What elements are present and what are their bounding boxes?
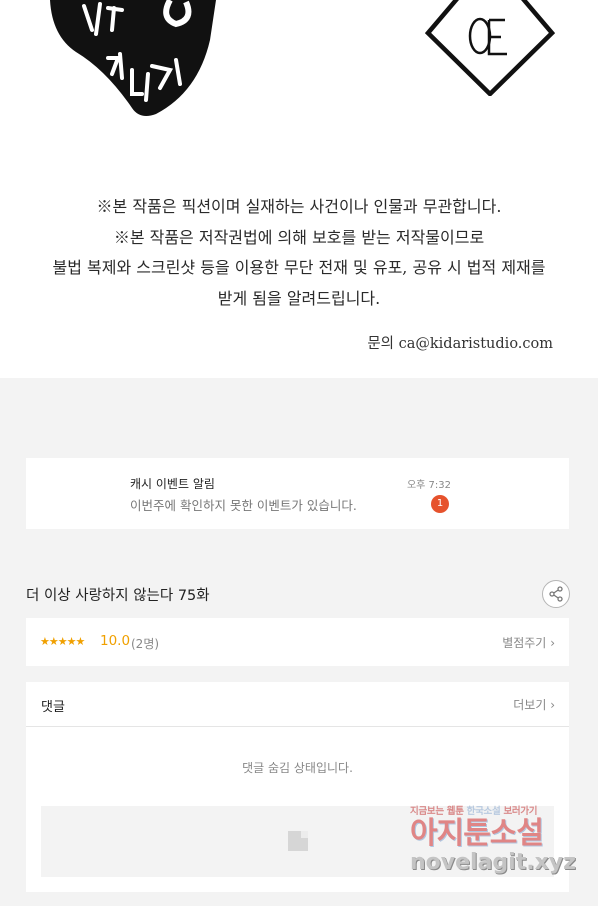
watermark-brand: 아지툰소설 bbox=[410, 816, 544, 851]
more-label: 더보기 bbox=[513, 698, 547, 712]
share-button[interactable] bbox=[542, 580, 570, 608]
share-icon bbox=[549, 586, 563, 602]
cash-event-notification[interactable]: 캐시 이벤트 알림 이번주에 확인하지 못한 이벤트가 있습니다. 오후 7:3… bbox=[26, 458, 569, 529]
comments-title: 댓글 bbox=[41, 700, 65, 715]
watermark-tagline: 지금보는 웹툰 한국소설 보러가기 bbox=[410, 803, 590, 817]
rate-button[interactable]: 별점주기 › bbox=[502, 634, 555, 651]
rating-bar: ★★★★★ 10.0 (2명) 별점주기 › bbox=[26, 618, 569, 666]
comments-more-button[interactable]: 더보기 › bbox=[513, 696, 555, 713]
oe-logo bbox=[425, 0, 555, 96]
rate-button-label: 별점주기 bbox=[502, 636, 547, 650]
episode-title: 더 이상 사랑하지 않는다 75화 bbox=[26, 588, 210, 604]
copyright-notice-text: ※본 작품은 픽션이며 실재하는 사건이나 인물과 무관합니다. ※본 작품은 … bbox=[0, 192, 598, 314]
notification-badge: 1 bbox=[431, 495, 449, 513]
kidari-logo bbox=[50, 0, 216, 116]
notice-line: 불법 복제와 스크린샷 등을 이용한 무단 전재 및 유포, 공유 시 법적 제… bbox=[52, 258, 546, 277]
site-watermark: 지금보는 웹툰 한국소설 보러가기 아지툰소설 novelagit.xyz bbox=[410, 803, 590, 893]
notice-line: ※본 작품은 픽션이며 실재하는 사건이나 인물과 무관합니다. bbox=[96, 197, 502, 216]
watermark-url: novelagit.xyz bbox=[410, 850, 576, 875]
rating-score: 10.0 bbox=[100, 633, 131, 649]
chevron-right-icon: › bbox=[550, 636, 555, 650]
copyright-notice-section: ※본 작품은 픽션이며 실재하는 사건이나 인물과 무관합니다. ※본 작품은 … bbox=[0, 0, 598, 378]
notification-message: 이번주에 확인하지 못한 이벤트가 있습니다. bbox=[130, 498, 357, 513]
notice-line: ※본 작품은 저작권법에 의해 보호를 받는 저작물이므로 bbox=[113, 227, 485, 247]
rating-voter-count: (2명) bbox=[131, 637, 160, 651]
comments-header: 댓글 더보기 › bbox=[26, 682, 569, 727]
chevron-right-icon: › bbox=[550, 698, 555, 712]
notice-line: 받게 됨을 알려드립니다. bbox=[217, 288, 381, 308]
contact-email[interactable]: 문의 ca@kidaristudio.com bbox=[367, 332, 553, 353]
placeholder-image-icon bbox=[288, 831, 308, 851]
star-rating-icon: ★★★★★ bbox=[40, 635, 85, 648]
notification-time: 오후 7:32 bbox=[406, 480, 451, 491]
notification-title: 캐시 이벤트 알림 bbox=[130, 477, 215, 491]
comments-hidden-message: 댓글 숨김 상태입니다. bbox=[242, 761, 353, 775]
